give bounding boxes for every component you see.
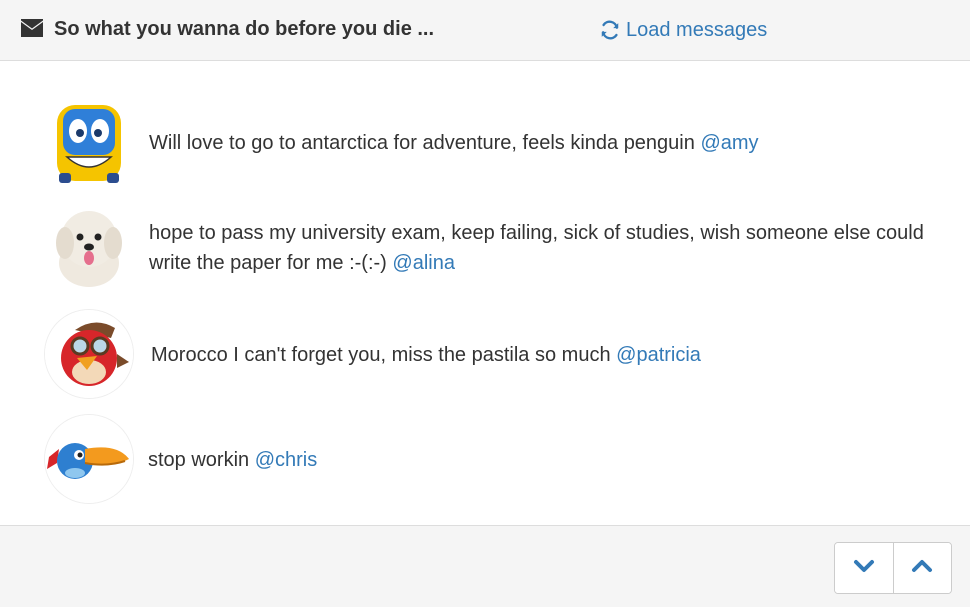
scroll-up-button[interactable]: [892, 543, 951, 593]
mention-link[interactable]: @patricia: [616, 344, 701, 366]
message-item: Will love to go to antarctica for advent…: [0, 97, 970, 189]
message-text: Will love to go to antarctica for advent…: [149, 128, 929, 158]
red-bird-avatar: [45, 310, 133, 398]
mention-link[interactable]: @alina: [392, 252, 455, 274]
message-text: stop workin @chris: [148, 445, 928, 475]
mention-link[interactable]: @chris: [255, 449, 318, 471]
panel-footer: [0, 525, 970, 607]
message-body: Morocco I can't forget you, miss the pas…: [151, 344, 617, 366]
scroll-down-button[interactable]: [835, 543, 893, 593]
chevron-down-icon: [853, 558, 875, 579]
message-item: hope to pass my university exam, keep fa…: [0, 203, 970, 295]
message-body: hope to pass my university exam, keep fa…: [149, 222, 924, 274]
message-text: hope to pass my university exam, keep fa…: [149, 218, 929, 278]
refresh-icon: [599, 19, 621, 41]
message-text: Morocco I can't forget you, miss the pas…: [151, 340, 931, 370]
chevron-up-icon: [911, 558, 933, 579]
blue-toucan-avatar: [45, 415, 133, 503]
mention-link[interactable]: @amy: [700, 132, 758, 154]
message-body: Will love to go to antarctica for advent…: [149, 132, 701, 154]
messages-panel: So what you wanna do before you die ... …: [0, 0, 970, 607]
message-item: stop workin @chris: [0, 415, 970, 507]
load-messages-link[interactable]: Load messages: [599, 17, 767, 43]
message-list: Will love to go to antarctica for advent…: [0, 61, 970, 525]
message-body: stop workin: [148, 449, 255, 471]
panel-title: So what you wanna do before you die ...: [54, 18, 435, 40]
dog-avatar: [45, 203, 133, 291]
panel-heading: So what you wanna do before you die ... …: [0, 0, 970, 61]
scroll-button-group: [834, 542, 952, 594]
message-item: Morocco I can't forget you, miss the pas…: [0, 309, 970, 401]
envelope-icon: [21, 19, 43, 37]
bus-avatar: [45, 99, 133, 187]
load-messages-label: Load messages: [626, 18, 768, 41]
